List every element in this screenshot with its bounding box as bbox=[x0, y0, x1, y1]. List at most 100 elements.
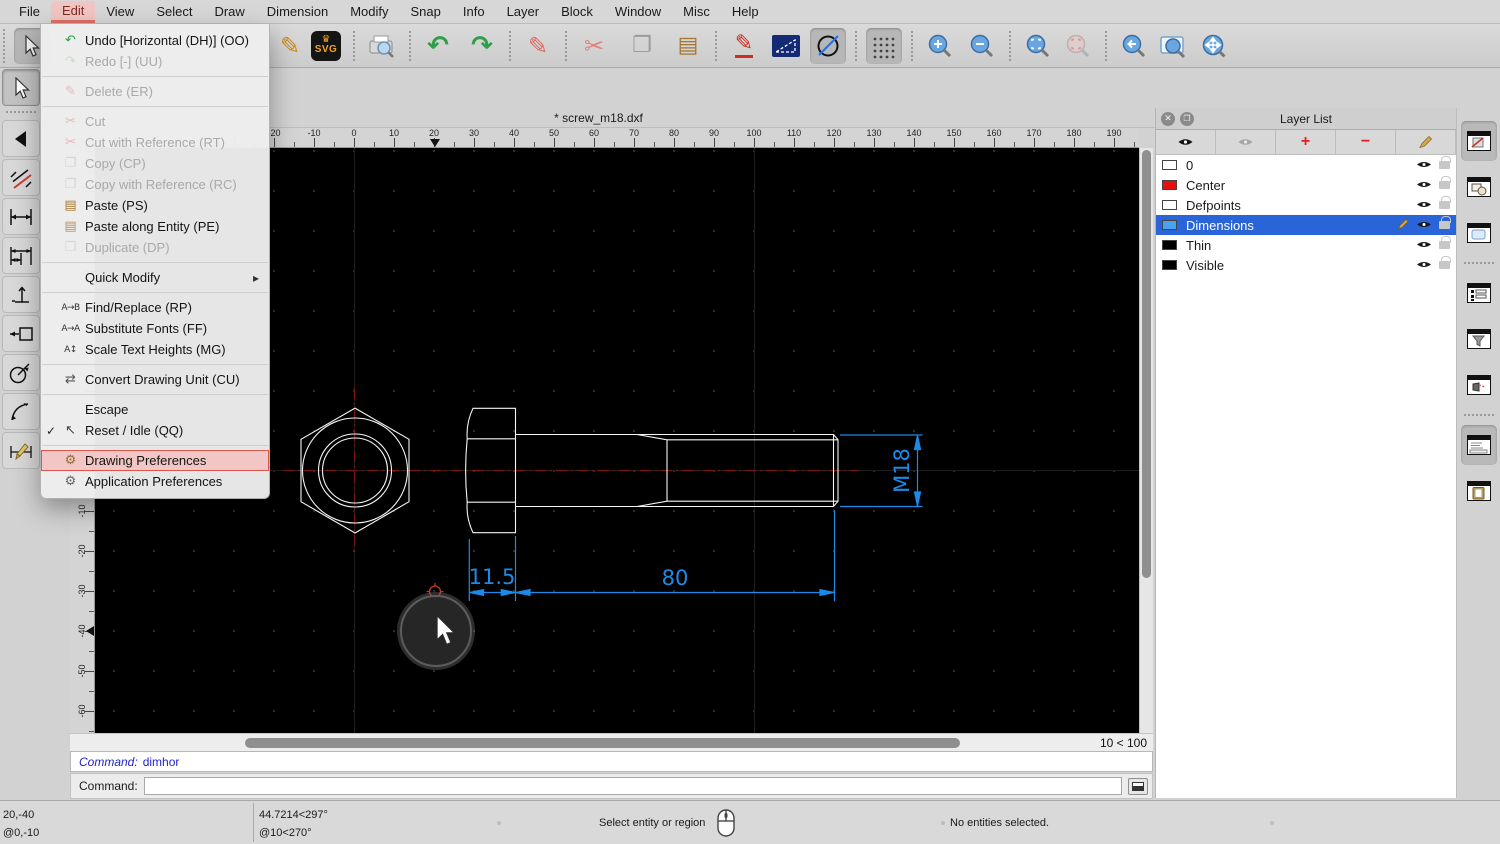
float-panel-button[interactable]: ❐ bbox=[1180, 112, 1194, 126]
library-browser-panel-button[interactable] bbox=[1461, 213, 1497, 253]
cut-button[interactable]: ✂ bbox=[576, 28, 612, 64]
dim-aligned-button[interactable] bbox=[2, 159, 40, 196]
menu-item[interactable]: A→B Find/Replace (RP) bbox=[41, 297, 269, 318]
zoom-in-button[interactable] bbox=[922, 28, 958, 64]
menu-item[interactable]: ▤ Paste along Entity (PE) bbox=[41, 216, 269, 237]
back-button[interactable] bbox=[2, 120, 40, 157]
layer-visibility-toggle[interactable] bbox=[1416, 198, 1432, 213]
copy-button[interactable]: ❐ bbox=[624, 28, 660, 64]
selection-tool-button-left[interactable] bbox=[2, 69, 40, 106]
svg-export-button[interactable]: ♛SVG bbox=[308, 28, 344, 64]
layer-visibility-toggle[interactable] bbox=[1416, 158, 1432, 173]
layer-lock-toggle[interactable] bbox=[1439, 181, 1450, 189]
horizontal-scrollbar[interactable]: 10 < 100 bbox=[70, 733, 1153, 751]
menu-item[interactable]: Quick Modify ▸ bbox=[41, 267, 269, 288]
dimension-80[interactable]: 80 bbox=[516, 510, 835, 601]
menubar-item[interactable]: View bbox=[95, 1, 145, 23]
dim-leader-button[interactable] bbox=[2, 315, 40, 352]
ortho-restrict-button[interactable] bbox=[768, 28, 804, 64]
layer-lock-toggle[interactable] bbox=[1439, 261, 1450, 269]
vertical-scrollbar[interactable] bbox=[1139, 148, 1153, 733]
menubar-item[interactable]: Select bbox=[145, 1, 203, 23]
layer-visibility-toggle[interactable] bbox=[1416, 238, 1432, 253]
menubar-item[interactable]: Edit bbox=[51, 1, 95, 23]
menubar-item[interactable]: Info bbox=[452, 1, 496, 23]
layer-visibility-toggle[interactable] bbox=[1416, 218, 1432, 233]
command-panel-toggle-button[interactable] bbox=[1128, 778, 1148, 795]
menu-item[interactable]: ✓ ↖ Reset / Idle (QQ) bbox=[41, 420, 269, 441]
auto-zoom-button[interactable] bbox=[1020, 28, 1056, 64]
menubar-item[interactable]: File bbox=[8, 1, 51, 23]
menu-item[interactable]: ⚙ Application Preferences bbox=[41, 471, 269, 492]
layer-visibility-toggle[interactable] bbox=[1416, 258, 1432, 273]
vertical-scrollbar-thumb[interactable] bbox=[1142, 150, 1151, 578]
menubar-item[interactable]: Help bbox=[721, 1, 770, 23]
close-panel-button[interactable]: ✕ bbox=[1161, 112, 1175, 126]
show-all-layers-button[interactable] bbox=[1156, 130, 1216, 154]
dimension-11-5[interactable]: 11.5 bbox=[469, 536, 516, 601]
menu-item[interactable]: Escape bbox=[41, 399, 269, 420]
menu-item[interactable]: ⚙ Drawing Preferences bbox=[41, 450, 269, 471]
print-preview-button[interactable] bbox=[364, 28, 400, 64]
pan-button[interactable] bbox=[1196, 28, 1232, 64]
dim-horizontal-button[interactable] bbox=[2, 198, 40, 235]
document-tab[interactable]: * screw_m18.dxf bbox=[554, 111, 643, 125]
menu-item[interactable]: ❐ Duplicate (DP) bbox=[41, 237, 269, 258]
layer-row[interactable]: Visible bbox=[1156, 255, 1456, 275]
menubar-item[interactable]: Modify bbox=[339, 1, 399, 23]
menu-item[interactable] bbox=[42, 445, 268, 446]
menu-item[interactable]: A↕ Scale Text Heights (MG) bbox=[41, 339, 269, 360]
menubar-item[interactable]: Layer bbox=[496, 1, 551, 23]
menubar-item[interactable]: Misc bbox=[672, 1, 721, 23]
layer-list-view-button[interactable] bbox=[1461, 273, 1497, 313]
dim-style-button[interactable] bbox=[2, 432, 40, 469]
layer-visibility-toggle[interactable] bbox=[1416, 178, 1432, 193]
menu-item[interactable]: A→A Substitute Fonts (FF) bbox=[41, 318, 269, 339]
layer-row[interactable]: 0 bbox=[1156, 155, 1456, 175]
menu-item[interactable]: ▤ Paste (PS) bbox=[41, 195, 269, 216]
menu-item[interactable]: ✎ Delete (ER) bbox=[41, 81, 269, 102]
show-selected-layers-button[interactable] bbox=[1216, 130, 1276, 154]
menu-item[interactable]: ✂ Cut bbox=[41, 111, 269, 132]
dim-radial-button[interactable] bbox=[2, 354, 40, 391]
menu-item[interactable]: ↶ Undo [Horizontal (DH)] (OO) bbox=[41, 30, 269, 51]
edit-layer-button[interactable] bbox=[1396, 130, 1456, 154]
pencil-button[interactable]: ✎ bbox=[272, 28, 308, 64]
lamp-panel-button[interactable] bbox=[1461, 365, 1497, 405]
menu-item[interactable] bbox=[42, 106, 268, 107]
clipboard-panel-button[interactable] bbox=[1461, 471, 1497, 511]
previous-view-button[interactable] bbox=[1116, 28, 1152, 64]
layer-lock-toggle[interactable] bbox=[1439, 161, 1450, 169]
selection-filter-panel-button[interactable] bbox=[1461, 319, 1497, 359]
menubar-item[interactable]: Draw bbox=[203, 1, 255, 23]
dim-angular-button[interactable] bbox=[2, 393, 40, 430]
menu-item[interactable]: ✂ Cut with Reference (RT) bbox=[41, 132, 269, 153]
menubar-item[interactable]: Block bbox=[550, 1, 604, 23]
layer-lock-toggle[interactable] bbox=[1439, 201, 1450, 209]
menu-item[interactable]: ⇄ Convert Drawing Unit (CU) bbox=[41, 369, 269, 390]
layer-row[interactable]: Center bbox=[1156, 175, 1456, 195]
menu-item[interactable] bbox=[42, 76, 268, 77]
grid-toggle-button[interactable] bbox=[866, 28, 902, 64]
layer-lock-toggle[interactable] bbox=[1439, 241, 1450, 249]
menubar-item[interactable]: Snap bbox=[400, 1, 452, 23]
menu-item[interactable] bbox=[42, 394, 268, 395]
block-list-panel-button[interactable] bbox=[1461, 167, 1497, 207]
layer-row[interactable]: Dimensions bbox=[1156, 215, 1456, 235]
remove-layer-button[interactable]: − bbox=[1336, 130, 1396, 154]
redo-button[interactable]: ↷ bbox=[464, 28, 500, 64]
add-layer-button[interactable]: + bbox=[1276, 130, 1336, 154]
layer-row[interactable]: Thin bbox=[1156, 235, 1456, 255]
menu-item[interactable] bbox=[42, 262, 268, 263]
menu-item[interactable] bbox=[42, 364, 268, 365]
snap-off-button[interactable] bbox=[810, 28, 846, 64]
command-line-panel-button[interactable] bbox=[1461, 425, 1497, 465]
horizontal-scrollbar-thumb[interactable] bbox=[245, 738, 960, 748]
menubar-item[interactable]: Dimension bbox=[256, 1, 339, 23]
delete-button[interactable]: ✎ bbox=[520, 28, 556, 64]
zoom-window-button[interactable] bbox=[1156, 28, 1192, 64]
command-input[interactable] bbox=[144, 777, 1122, 795]
menubar-item[interactable]: Window bbox=[604, 1, 672, 23]
menu-item[interactable] bbox=[42, 292, 268, 293]
zoom-out-button[interactable] bbox=[964, 28, 1000, 64]
